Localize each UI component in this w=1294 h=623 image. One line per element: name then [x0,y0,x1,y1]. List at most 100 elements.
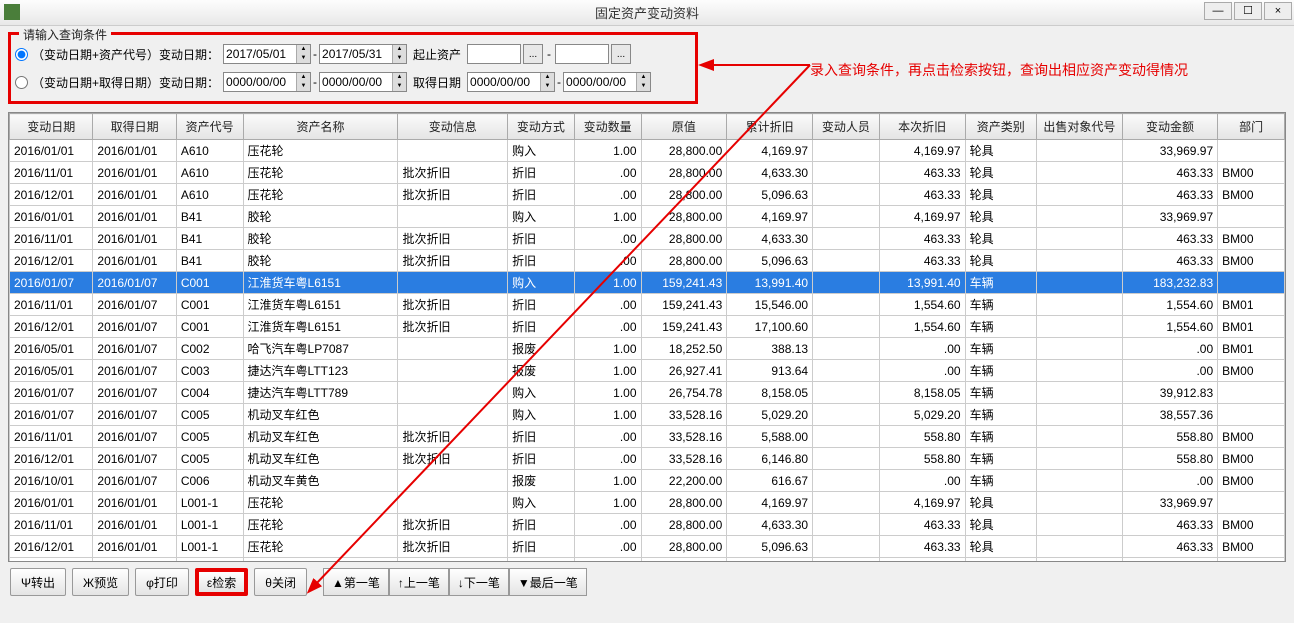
acq-to-field[interactable]: ▲▼ [563,72,651,92]
col-1[interactable]: 取得日期 [93,114,176,140]
col-14[interactable]: 部门 [1218,114,1285,140]
cell: 批次折旧 [398,162,508,184]
col-11[interactable]: 资产类别 [965,114,1036,140]
dash: - [313,75,317,89]
cell [813,448,880,470]
table-row[interactable]: 2016/12/012016/01/01A610压花轮批次折旧折旧.0028,8… [10,184,1285,206]
col-0[interactable]: 变动日期 [10,114,93,140]
asset-from-lookup-button[interactable]: ... [523,44,543,64]
cell [813,492,880,514]
asset-to-lookup-button[interactable]: ... [611,44,631,64]
date2-from-field[interactable]: ▲▼ [223,72,311,92]
query-row-1: （变动日期+资产代号）变动日期： ▲▼ - ▲▼ 起止资产 ... - ... [15,41,691,67]
table-row[interactable]: 2016/12/012016/01/01L001-1压花轮批次折旧折旧.0028… [10,536,1285,558]
spinner-icon[interactable]: ▲▼ [540,73,554,91]
maximize-button[interactable]: ☐ [1234,2,1262,20]
date1-from-input[interactable] [224,47,296,61]
col-5[interactable]: 变动方式 [508,114,575,140]
first-record-button[interactable]: ▲第一笔 [323,568,389,596]
table-row[interactable]: 2016/10/012016/01/07C006机动叉车黄色报废1.0022,2… [10,470,1285,492]
cell: 机动叉车红色 [243,448,398,470]
search-button[interactable]: ε检索 [195,568,248,596]
cell [1037,294,1123,316]
cell [813,382,880,404]
table-row[interactable]: 2016/05/012016/01/07C003捷达汽车粤LTT123报废1.0… [10,360,1285,382]
cell: 39,912.83 [1122,382,1217,404]
col-12[interactable]: 出售对象代号 [1037,114,1123,140]
date2-to-field[interactable]: ▲▼ [319,72,407,92]
table-row[interactable]: 2016/12/012016/01/07C001江淮货车粤L6151批次折旧折旧… [10,316,1285,338]
radio-option-2[interactable]: （变动日期+取得日期）变动日期： [15,74,219,91]
table-row[interactable]: 2016/12/012016/01/01B41胶轮批次折旧折旧.0028,800… [10,250,1285,272]
cell: 4,169.97 [727,140,813,162]
table-row[interactable]: 2016/01/012016/01/01L001-1压花轮购入1.0028,80… [10,492,1285,514]
table-row[interactable]: 2016/05/012016/01/07C002哈飞汽车粤LP7087报废1.0… [10,338,1285,360]
spinner-icon[interactable]: ▲▼ [392,73,406,91]
data-grid[interactable]: 变动日期取得日期资产代号资产名称变动信息变动方式变动数量原值累计折旧变动人员本次… [8,112,1286,562]
print-button[interactable]: φ打印 [135,568,189,596]
date2-to-input[interactable] [320,75,392,89]
table-row[interactable]: 2016/11/012016/01/07C005机动叉车红色批次折旧折旧.003… [10,426,1285,448]
asset-to-input[interactable] [555,44,609,64]
acq-to-input[interactable] [564,75,636,89]
export-button[interactable]: Ψ转出 [10,568,66,596]
preview-button[interactable]: Ж预览 [72,568,129,596]
date1-to-field[interactable]: ▲▼ [319,44,407,64]
radio-1-input[interactable] [15,48,28,61]
cell: 购入 [508,140,575,162]
date1-from-field[interactable]: ▲▼ [223,44,311,64]
table-row[interactable]: 2016/01/072016/01/07C005机动叉车红色购入1.0033,5… [10,404,1285,426]
col-6[interactable]: 变动数量 [574,114,641,140]
table-row[interactable]: 2016/01/012016/01/01B41胶轮购入1.0028,800.00… [10,206,1285,228]
close-button[interactable]: × [1264,2,1292,20]
cell: 33,969.97 [1122,140,1217,162]
cell: 轮具 [965,184,1036,206]
date1-to-input[interactable] [320,47,392,61]
col-8[interactable]: 累计折旧 [727,114,813,140]
table-row[interactable]: 2016/11/012016/01/01A610压花轮批次折旧折旧.0028,8… [10,162,1285,184]
cell: 批次折旧 [398,536,508,558]
cell [1218,404,1285,426]
next-record-button[interactable]: ↓下一笔 [449,568,509,596]
cell: 1.00 [574,272,641,294]
cell: 2016/05/01 [10,360,93,382]
acq-from-input[interactable] [468,75,540,89]
radio-option-1[interactable]: （变动日期+资产代号）变动日期： [15,46,219,63]
cell: 463.33 [1122,228,1217,250]
acq-from-field[interactable]: ▲▼ [467,72,555,92]
col-4[interactable]: 变动信息 [398,114,508,140]
cell: 17,100.60 [727,316,813,338]
col-3[interactable]: 资产名称 [243,114,398,140]
col-7[interactable]: 原值 [641,114,727,140]
cell: 4,169.97 [727,206,813,228]
table-row[interactable]: 2016/11/012016/01/01B41胶轮批次折旧折旧.0028,800… [10,228,1285,250]
last-record-button[interactable]: ▼最后一笔 [509,568,587,596]
cell: 6,146.80 [727,448,813,470]
table-row[interactable]: 2016/01/012016/01/01A610压花轮购入1.0028,800.… [10,140,1285,162]
col-10[interactable]: 本次折旧 [879,114,965,140]
col-13[interactable]: 变动金额 [1122,114,1217,140]
table-row[interactable]: 2016/01/072016/01/07C001江淮货车粤L6151购入1.00… [10,272,1285,294]
col-9[interactable]: 变动人员 [813,114,880,140]
cell [1037,492,1123,514]
spinner-icon[interactable]: ▲▼ [636,73,650,91]
table-row[interactable]: 2016/11/012016/01/07C001江淮货车粤L6151批次折旧折旧… [10,294,1285,316]
table-row[interactable]: 2016/01/072016/01/07C004捷达汽车粤LTT789购入1.0… [10,382,1285,404]
close-form-button[interactable]: θ关闭 [254,568,307,596]
table-row[interactable]: 2016/12/012016/01/07C005机动叉车红色批次折旧折旧.003… [10,448,1285,470]
cell: 轮具 [965,140,1036,162]
radio-2-input[interactable] [15,76,28,89]
cell: 463.33 [879,536,965,558]
date2-from-input[interactable] [224,75,296,89]
table-row[interactable]: 2016/11/012016/01/01L001-1压花轮批次折旧折旧.0028… [10,514,1285,536]
cell: 车辆 [965,272,1036,294]
asset-from-input[interactable] [467,44,521,64]
spinner-icon[interactable]: ▲▼ [296,73,310,91]
spinner-icon[interactable]: ▲▼ [392,45,406,63]
minimize-button[interactable]: — [1204,2,1232,20]
prev-record-button[interactable]: ↑上一笔 [389,568,449,596]
col-2[interactable]: 资产代号 [176,114,243,140]
cell: 2016/01/01 [93,184,176,206]
spinner-icon[interactable]: ▲▼ [296,45,310,63]
cell: 车辆 [965,448,1036,470]
